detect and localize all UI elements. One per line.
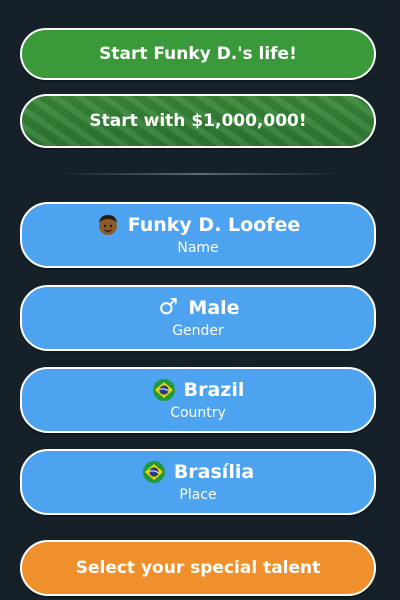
start-life-label: Start Funky D.'s life! <box>99 44 297 64</box>
place-value: Brasília <box>173 461 255 483</box>
select-talent-button[interactable]: Select your special talent <box>20 540 376 596</box>
divider <box>60 173 340 175</box>
start-with-money-button[interactable]: Start with $1,000,000! <box>20 94 376 148</box>
country-button[interactable]: Brazil Country <box>20 367 376 433</box>
gender-button[interactable]: ♂ Male Gender <box>20 285 376 351</box>
country-value: Brazil <box>183 379 245 401</box>
country-label: Country <box>170 405 226 421</box>
start-with-money-label: Start with $1,000,000! <box>89 111 307 131</box>
name-value: Funky D. Loofee <box>127 214 301 236</box>
brazil-flag-icon <box>142 460 166 484</box>
gender-label: Gender <box>172 323 224 339</box>
select-talent-label: Select your special talent <box>75 558 321 578</box>
name-button[interactable]: Funky D. Loofee Name <box>20 202 376 268</box>
place-label: Place <box>179 487 217 503</box>
brazil-flag-icon <box>152 378 176 402</box>
face-icon <box>96 213 120 237</box>
gender-value: Male <box>188 297 240 319</box>
name-label: Name <box>177 240 219 256</box>
place-button[interactable]: Brasília Place <box>20 449 376 515</box>
male-symbol-icon: ♂ <box>158 295 179 320</box>
start-life-button[interactable]: Start Funky D.'s life! <box>20 28 376 80</box>
